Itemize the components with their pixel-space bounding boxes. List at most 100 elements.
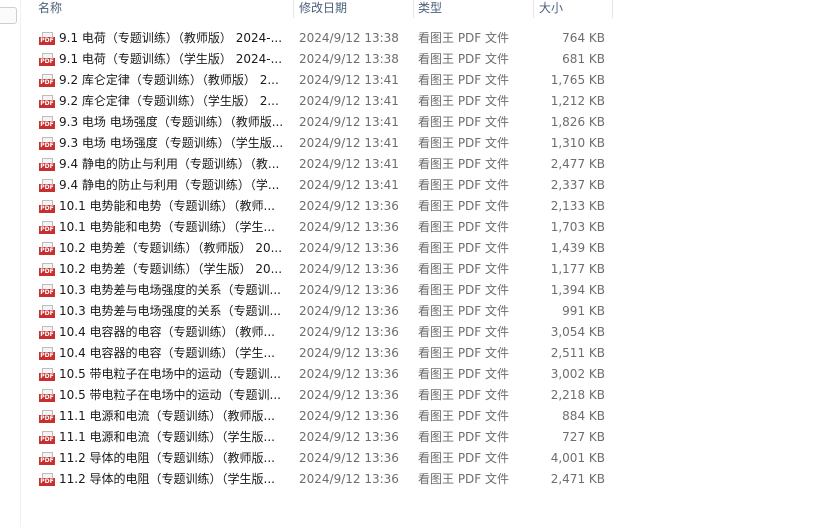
file-type: 看图王 PDF 文件 [418, 367, 510, 381]
file-name: 9.2 库仑定律（专题训练）（教师版） 2... [59, 73, 279, 87]
file-size: 1,765 KB [550, 73, 605, 87]
file-row[interactable]: PDF 10.5 带电粒子在电场中的运动（专题训... 2024/9/12 13:3… [36, 385, 616, 406]
pdf-icon-graphic: PDF [39, 368, 55, 382]
file-modified-date: 2024/9/12 13:36 [299, 220, 399, 234]
file-size: 1,212 KB [550, 94, 605, 108]
file-type: 看图王 PDF 文件 [418, 409, 510, 423]
file-row[interactable]: PDF 11.2 导体的电阻（专题训练）（教师版... 2024/9/12 13:3… [36, 448, 616, 469]
file-size: 884 KB [562, 409, 605, 423]
file-row[interactable]: PDF 9.4 静电的防止与利用（专题训练）（学... 2024/9/12 13:4… [36, 175, 616, 196]
file-type: 看图王 PDF 文件 [418, 346, 510, 360]
file-name: 9.3 电场 电场强度（专题训练）（学生版... [59, 136, 284, 150]
file-row[interactable]: PDF 10.5 带电粒子在电场中的运动（专题训... 2024/9/12 13:3… [36, 364, 616, 385]
file-size: 991 KB [562, 304, 605, 318]
column-header-size[interactable]: 大小 [534, 0, 613, 18]
pdf-icon-tag: PDF [39, 79, 55, 87]
file-name: 10.3 电势差与电场强度的关系（专题训... [59, 283, 281, 297]
pdf-icon-tag: PDF [39, 37, 55, 45]
file-row[interactable]: PDF 10.4 电容器的电容（专题训练）（学生... 2024/9/12 13:3… [36, 343, 616, 364]
file-name: 9.3 电场 电场强度（专题训练）（教师版... [59, 115, 284, 129]
file-row[interactable]: PDF 9.2 库仑定律（专题训练）（学生版） 2... 2024/9/12 13:… [36, 91, 616, 112]
pdf-icon-tag: PDF [39, 205, 55, 213]
file-modified-date: 2024/9/12 13:36 [299, 241, 399, 255]
column-header-type[interactable]: 类型 [414, 0, 534, 18]
pdf-icon-graphic: PDF [39, 326, 55, 340]
file-row[interactable]: PDF 10.2 电势差（专题训练）（学生版） 20... 2024/9/12 13… [36, 259, 616, 280]
pdf-icon-tag: PDF [39, 100, 55, 108]
file-name: 10.3 电势差与电场强度的关系（专题训... [59, 304, 281, 318]
pdf-file-icon: PDF [39, 221, 55, 235]
file-name: 9.1 电荷（专题训练）（教师版） 2024-... [59, 31, 283, 45]
file-modified-date: 2024/9/12 13:36 [299, 199, 399, 213]
file-name: 10.1 电势能和电势（专题训练）（学生... [59, 220, 275, 234]
file-size: 2,477 KB [550, 157, 605, 171]
file-type: 看图王 PDF 文件 [418, 388, 510, 402]
pdf-icon-graphic: PDF [39, 305, 55, 319]
file-name: 11.2 导体的电阻（专题训练）（教师版... [59, 451, 275, 465]
file-row[interactable]: PDF 10.1 电势能和电势（专题训练）（教师... 2024/9/12 13:3… [36, 196, 616, 217]
file-type: 看图王 PDF 文件 [418, 52, 510, 66]
file-row[interactable]: PDF 11.1 电源和电流（专题训练）（学生版... 2024/9/12 13:3… [36, 427, 616, 448]
pdf-icon-tag: PDF [39, 478, 55, 486]
file-name: 11.1 电源和电流（专题训练）（学生版... [59, 430, 275, 444]
file-name: 9.4 静电的防止与利用（专题训练）（学... [59, 178, 280, 192]
file-modified-date: 2024/9/12 13:36 [299, 451, 399, 465]
file-row[interactable]: PDF 11.1 电源和电流（专题训练）（教师版... 2024/9/12 13:3… [36, 406, 616, 427]
pdf-file-icon: PDF [39, 74, 55, 88]
file-type: 看图王 PDF 文件 [418, 31, 510, 45]
file-row[interactable]: PDF 9.3 电场 电场强度（专题训练）（学生版... 2024/9/12 13:… [36, 133, 616, 154]
pdf-icon-graphic: PDF [39, 158, 55, 172]
file-modified-date: 2024/9/12 13:36 [299, 283, 399, 297]
file-type: 看图王 PDF 文件 [418, 283, 510, 297]
file-type: 看图王 PDF 文件 [418, 157, 510, 171]
file-size: 1,177 KB [550, 262, 605, 276]
file-list: PDF 9.1 电荷（专题训练）（教师版） 2024-... 2024/9/12 1… [36, 28, 616, 490]
pdf-file-icon: PDF [39, 368, 55, 382]
pdf-icon-graphic: PDF [39, 32, 55, 46]
pdf-icon-tag: PDF [39, 415, 55, 423]
pdf-icon-tag: PDF [39, 310, 55, 318]
pdf-file-icon: PDF [39, 431, 55, 445]
file-size: 764 KB [562, 31, 605, 45]
file-row[interactable]: PDF 10.1 电势能和电势（专题训练）（学生... 2024/9/12 13:3… [36, 217, 616, 238]
file-row[interactable]: PDF 10.2 电势差（专题训练）（教师版） 20... 2024/9/12 13… [36, 238, 616, 259]
file-name: 10.2 电势差（专题训练）（学生版） 20... [59, 262, 283, 276]
pdf-icon-tag: PDF [39, 331, 55, 339]
file-modified-date: 2024/9/12 13:36 [299, 430, 399, 444]
pdf-file-icon: PDF [39, 326, 55, 340]
file-size: 3,002 KB [550, 367, 605, 381]
pdf-file-icon: PDF [39, 284, 55, 298]
file-name: 10.4 电容器的电容（专题训练）（教师... [59, 325, 275, 339]
pane-collapse-button[interactable] [0, 7, 17, 24]
column-header-name[interactable]: 名称 [20, 0, 294, 18]
pdf-file-icon: PDF [39, 410, 55, 424]
file-type: 看图王 PDF 文件 [418, 304, 510, 318]
column-header-date[interactable]: 修改日期 [294, 0, 414, 18]
file-row[interactable]: PDF 11.2 导体的电阻（专题训练）（学生版... 2024/9/12 13:3… [36, 469, 616, 490]
file-row[interactable]: PDF 9.2 库仑定律（专题训练）（教师版） 2... 2024/9/12 13:… [36, 70, 616, 91]
file-row[interactable]: PDF 9.1 电荷（专题训练）（学生版） 2024-... 2024/9/12 1… [36, 49, 616, 70]
pdf-icon-tag: PDF [39, 394, 55, 402]
file-name: 10.4 电容器的电容（专题训练）（学生... [59, 346, 275, 360]
file-row[interactable]: PDF 10.3 电势差与电场强度的关系（专题训... 2024/9/12 13:3… [36, 301, 616, 322]
pdf-icon-graphic: PDF [39, 347, 55, 361]
file-row[interactable]: PDF 9.3 电场 电场强度（专题训练）（教师版... 2024/9/12 13:… [36, 112, 616, 133]
file-type: 看图王 PDF 文件 [418, 178, 510, 192]
pdf-file-icon: PDF [39, 179, 55, 193]
file-modified-date: 2024/9/12 13:41 [299, 94, 399, 108]
file-type: 看图王 PDF 文件 [418, 451, 510, 465]
pdf-icon-graphic: PDF [39, 473, 55, 487]
file-name: 10.5 带电粒子在电场中的运动（专题训... [59, 367, 281, 381]
file-row[interactable]: PDF 10.4 电容器的电容（专题训练）（教师... 2024/9/12 13:3… [36, 322, 616, 343]
pdf-icon-graphic: PDF [39, 284, 55, 298]
file-type: 看图王 PDF 文件 [418, 73, 510, 87]
pdf-icon-tag: PDF [39, 163, 55, 171]
file-type: 看图王 PDF 文件 [418, 94, 510, 108]
file-row[interactable]: PDF 10.3 电势差与电场强度的关系（专题训... 2024/9/12 13:3… [36, 280, 616, 301]
file-size: 1,439 KB [550, 241, 605, 255]
pdf-file-icon: PDF [39, 95, 55, 109]
pdf-file-icon: PDF [39, 305, 55, 319]
file-row[interactable]: PDF 9.1 电荷（专题训练）（教师版） 2024-... 2024/9/12 1… [36, 28, 616, 49]
file-row[interactable]: PDF 9.4 静电的防止与利用（专题训练）（教... 2024/9/12 13:4… [36, 154, 616, 175]
file-size: 681 KB [562, 52, 605, 66]
